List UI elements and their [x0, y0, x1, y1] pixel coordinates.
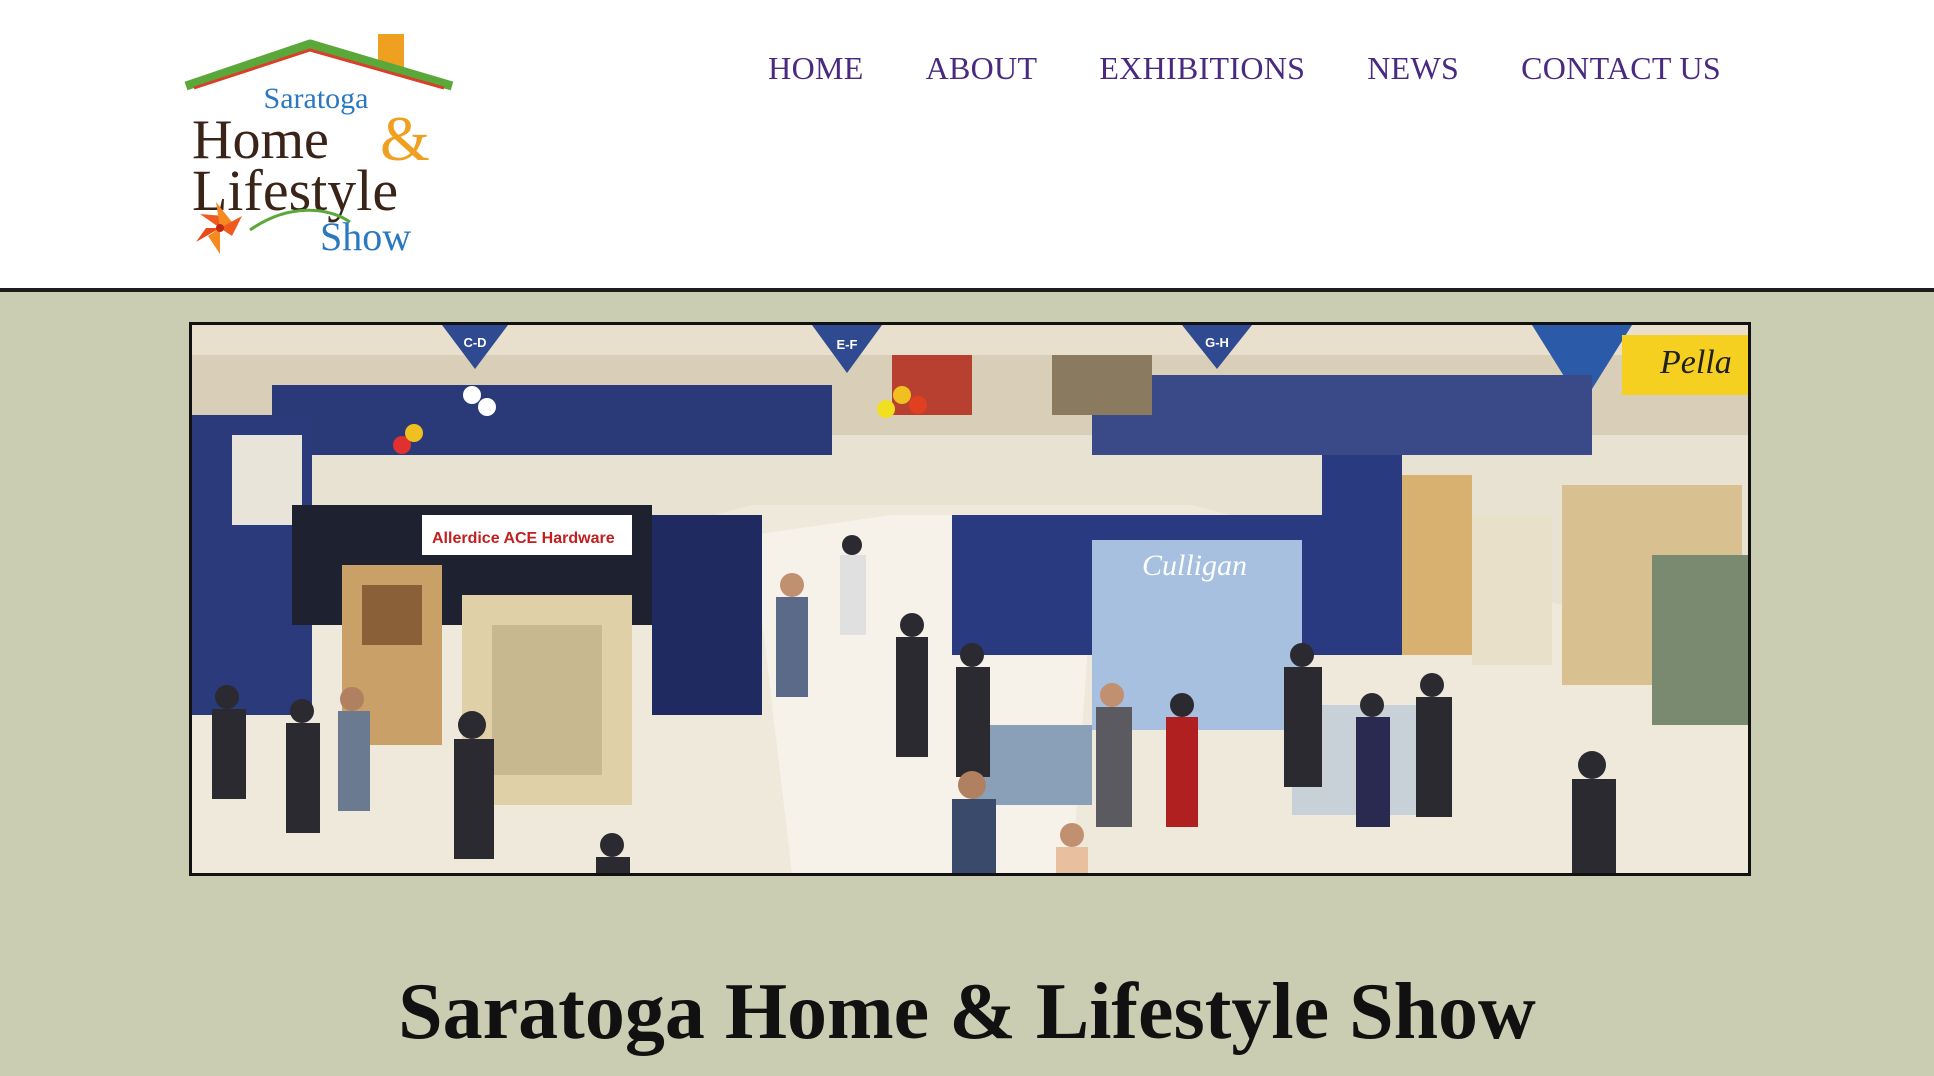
banner-e-f: E-F — [837, 337, 858, 352]
nav-home[interactable]: HOME — [768, 50, 863, 87]
nav-exhibitions[interactable]: EXHIBITIONS — [1099, 50, 1305, 87]
nav-contact-us[interactable]: CONTACT US — [1521, 50, 1721, 87]
sign-pella: Pella — [1659, 344, 1732, 381]
main-nav: HOME ABOUT EXHIBITIONS NEWS CONTACT US — [706, 50, 1721, 87]
house-logo-icon: Saratoga Home & Lifestyle Show — [184, 34, 454, 259]
hero-image: C-D E-F G-H Pella Allerdice ACE Hardware… — [189, 322, 1751, 876]
page-title: Saratoga Home & Lifestyle Show — [398, 968, 1536, 1056]
nav-about[interactable]: ABOUT — [926, 50, 1038, 87]
exhibition-hall-photo: C-D E-F G-H Pella Allerdice ACE Hardware… — [192, 325, 1748, 873]
site-logo[interactable]: Saratoga Home & Lifestyle Show — [180, 32, 460, 272]
sign-ace-hardware: Allerdice ACE Hardware — [432, 530, 615, 547]
site-header: Saratoga Home & Lifestyle Show HOME ABOU… — [0, 0, 1934, 292]
logo-text-show: Show — [320, 214, 411, 259]
sign-culligan: Culligan — [1142, 549, 1247, 582]
nav-news[interactable]: NEWS — [1367, 50, 1459, 87]
banner-c-d: C-D — [463, 335, 486, 350]
banner-g-h: G-H — [1205, 335, 1229, 350]
